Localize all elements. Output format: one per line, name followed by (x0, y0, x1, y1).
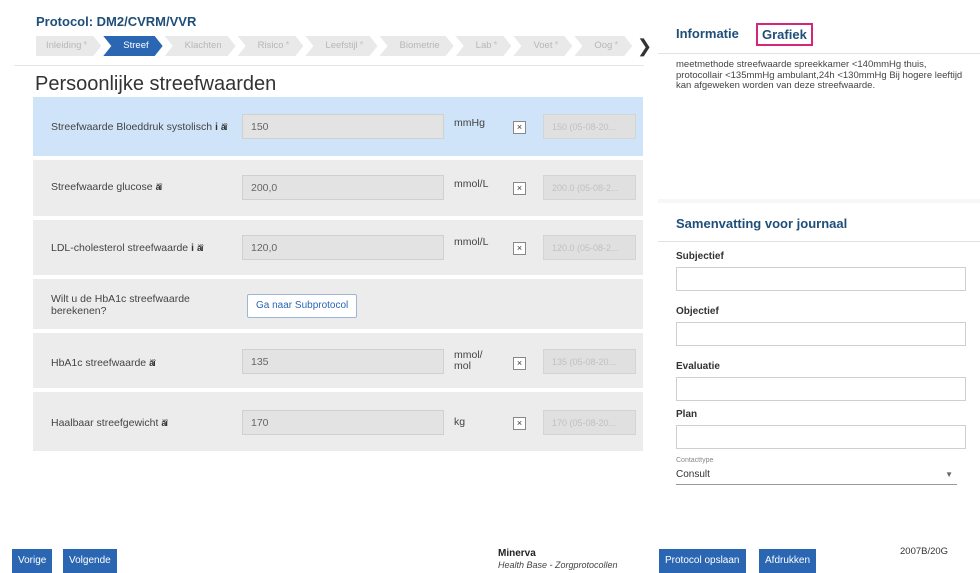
objectief-label: Objectief (676, 306, 719, 317)
next-button[interactable]: Volgende (63, 549, 117, 573)
required-star: * (83, 40, 88, 51)
info-icon[interactable]: i (191, 243, 194, 254)
step-oog[interactable]: Oog * (574, 36, 632, 56)
step-risico[interactable]: Risico * (238, 36, 304, 56)
previous-value: 135 (05-08-20... (543, 349, 636, 374)
previous-value: 120.0 (05-08-2... (543, 235, 636, 260)
field-label: Streefwaarde Bloeddruk systolisch (51, 121, 213, 133)
required-star: * (285, 40, 290, 51)
family-icon: ăî (161, 418, 167, 428)
value-input[interactable]: 120,0 (242, 235, 444, 260)
subjectief-field[interactable] (676, 267, 966, 291)
info-icon[interactable]: i (215, 122, 218, 133)
row-label: Streefwaarde Bloeddruk systolisch i ăî (51, 121, 227, 134)
row-label: HbA1c streefwaarde ăî (51, 357, 156, 369)
required-star: * (554, 40, 559, 51)
evaluatie-label: Evaluatie (676, 361, 720, 372)
required-star: * (359, 40, 364, 51)
step-inleiding[interactable]: Inleiding * (36, 36, 101, 56)
save-protocol-button[interactable]: Protocol opslaan (659, 549, 746, 573)
summary-title: Samenvatting voor journaal (676, 216, 848, 231)
objectief-field[interactable] (676, 322, 966, 346)
required-star: * (493, 40, 498, 51)
step-label: Voet (533, 40, 553, 51)
row-label: Wilt u de HbA1c streefwaarde berekenen? (51, 293, 190, 317)
field-label: Streefwaarde glucose (51, 181, 153, 193)
family-icon: ăî (149, 358, 155, 368)
header-divider (14, 65, 644, 66)
clear-checkbox[interactable]: × (513, 121, 526, 134)
step-label: Oog (594, 40, 613, 51)
field-label: Haalbaar streefgewicht (51, 417, 159, 429)
row-label: LDL-cholesterol streefwaarde i ăî (51, 242, 203, 255)
row-hba1c: HbA1c streefwaarde ăî 135 mmol/mol × 135 … (33, 333, 643, 388)
field-label: LDL-cholesterol streefwaarde (51, 242, 189, 254)
contacttype-value: Consult (676, 469, 710, 480)
row-label: Streefwaarde glucose ăî (51, 181, 162, 193)
previous-value: 200.0 (05-08-2... (543, 175, 636, 200)
info-text: meetmethode streefwaarde spreekkamer <14… (676, 59, 963, 91)
plan-label: Plan (676, 409, 698, 420)
contacttype-label: Contacttype (676, 457, 714, 464)
tab-grafiek[interactable]: Grafiek (756, 23, 813, 46)
value-input[interactable]: 150 (242, 114, 444, 139)
clear-checkbox[interactable]: × (513, 242, 526, 255)
step-streef[interactable]: Streef (103, 36, 162, 56)
clear-checkbox[interactable]: × (513, 357, 526, 370)
family-icon: ăî (220, 122, 227, 132)
chevron-right-icon[interactable]: ❯ (637, 36, 652, 56)
tab-divider (658, 53, 980, 54)
evaluatie-field[interactable] (676, 377, 966, 401)
unit-label: mmHg (454, 117, 485, 129)
step-label: Risico (257, 40, 284, 51)
plan-field[interactable] (676, 425, 966, 449)
step-label: Inleiding (46, 40, 82, 51)
print-button[interactable]: Afdrukken (759, 549, 817, 573)
unit-label: mmol/L (454, 178, 489, 190)
protocol-steps: Inleiding * Streef Klachten Risico * Leefs… (36, 36, 634, 58)
step-label: Biometrie (399, 40, 440, 51)
row-ldl: LDL-cholesterol streefwaarde i ăî 120,0 mm… (33, 220, 643, 275)
value-input[interactable]: 170 (242, 410, 444, 435)
unit-label: mmol/L (454, 236, 489, 248)
step-label: Klachten (184, 40, 222, 51)
tab-informatie[interactable]: Informatie (676, 26, 739, 41)
step-lab[interactable]: Lab * (456, 36, 512, 56)
row-glucose: Streefwaarde glucose ăî 200,0 mmol/L × 20… (33, 160, 643, 216)
required-star: * (614, 40, 619, 51)
previous-button[interactable]: Vorige (12, 549, 53, 573)
step-klachten[interactable]: Klachten (165, 36, 236, 56)
subjectief-label: Subjectief (676, 251, 724, 262)
summary-divider (658, 241, 980, 242)
step-label: Leefstijl (325, 40, 358, 51)
unit-label: kg (454, 416, 466, 428)
step-label: Lab (475, 40, 492, 51)
row-label: Haalbaar streefgewicht ăî (51, 417, 168, 429)
unit-label: mmol/mol (454, 349, 483, 372)
field-label: HbA1c streefwaarde (51, 357, 147, 369)
row-bloeddruk: Streefwaarde Bloeddruk systolisch i ăî 150… (33, 97, 643, 156)
subprotocol-button[interactable]: Ga naar Subprotocol (247, 294, 358, 318)
brand-subtitle: Health Base - Zorgprotocollen (498, 560, 618, 570)
protocol-title: Protocol: DM2/CVRM/VVR (36, 14, 197, 29)
step-voet[interactable]: Voet * (513, 36, 572, 56)
version-label: 2007B/20G (900, 546, 949, 557)
row-gewicht: Haalbaar streefgewicht ăî 170 kg × 170 (0… (33, 392, 643, 451)
step-leefstijl[interactable]: Leefstijl * (305, 36, 377, 56)
chevron-down-icon: ▼ (945, 470, 953, 479)
previous-value: 170 (05-08-20... (543, 410, 636, 435)
step-label: Streef (123, 40, 149, 51)
page-title: Persoonlijke streefwaarden (35, 73, 277, 95)
step-biometrie[interactable]: Biometrie (380, 36, 454, 56)
clear-checkbox[interactable]: × (513, 182, 526, 195)
row-hba1c-calc: Wilt u de HbA1c streefwaarde berekenen? … (33, 279, 643, 329)
contacttype-select[interactable]: Consult ▼ (676, 466, 957, 485)
brand-name: Minerva (498, 548, 536, 559)
previous-value: 150 (05-08-20... (543, 114, 636, 139)
value-input[interactable]: 200,0 (242, 175, 444, 200)
value-input[interactable]: 135 (242, 349, 444, 374)
family-icon: ăî (196, 243, 203, 253)
family-icon: ăî (155, 182, 162, 192)
clear-checkbox[interactable]: × (513, 417, 526, 430)
